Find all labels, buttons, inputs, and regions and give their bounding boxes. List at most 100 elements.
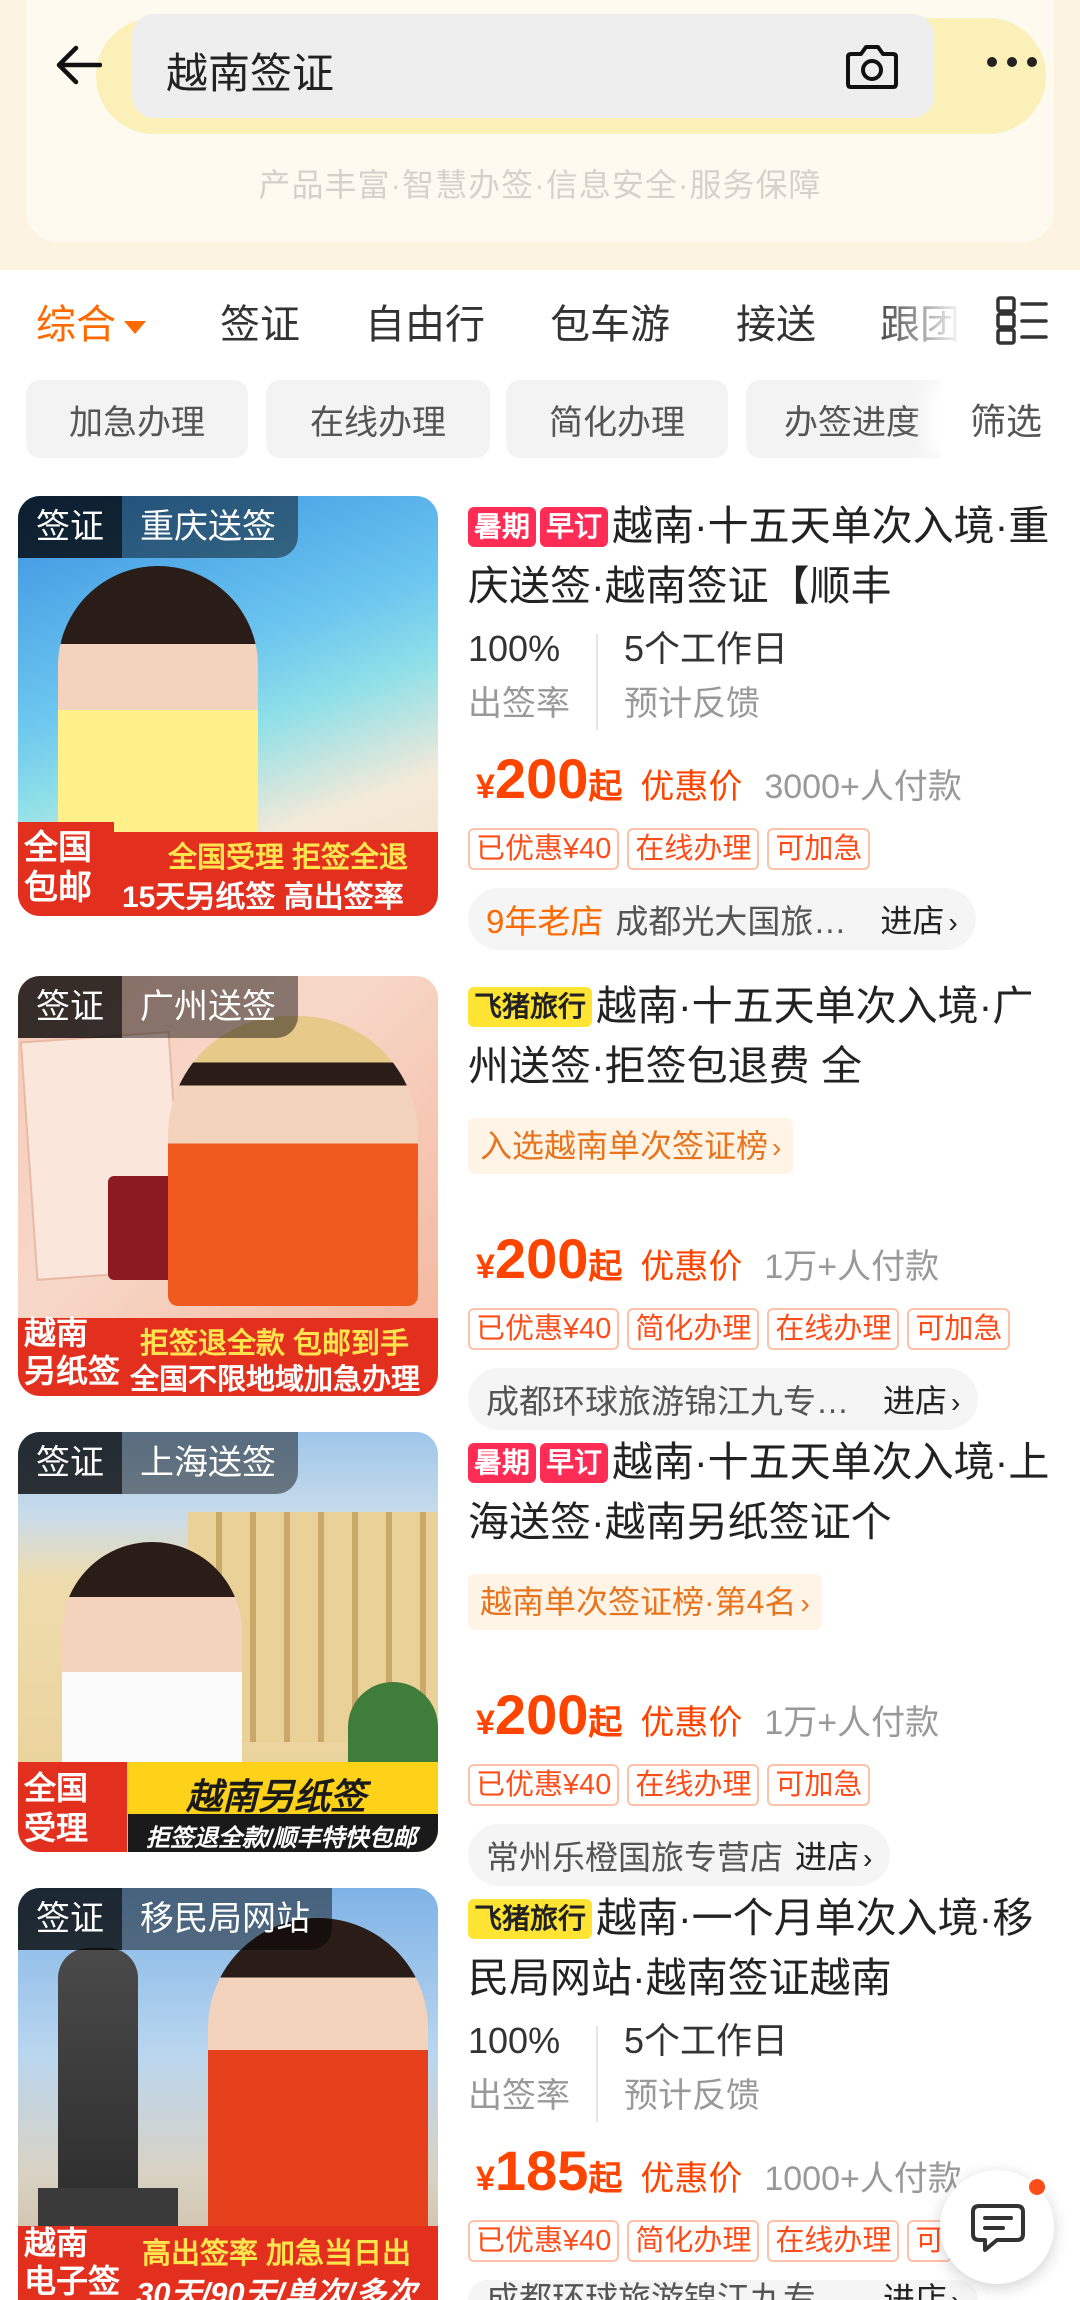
price-tag: 优惠价 xyxy=(640,2160,743,2198)
tag: 可加急 xyxy=(907,1308,1011,1350)
product-title[interactable]: 飞猪旅行 越南·十五天单次入境·广州送签·拒签包退费 全 xyxy=(468,976,1068,1096)
product-image[interactable]: 全国 包邮 全国受理 拒签全退 15天另纸签 高出签率 签证 重庆送签 xyxy=(18,496,438,916)
tab-fade xyxy=(870,270,980,370)
pay-count: 1万+人付款 xyxy=(764,1704,940,1742)
product-info: 暑期 早订 越南·十五天单次入境·重庆送签·越南签证【顺丰 100% 出签率 5个工作… xyxy=(468,496,1068,950)
price-suffix: 起 xyxy=(588,1704,623,1742)
camera-button[interactable] xyxy=(840,34,904,98)
more-dots-icon xyxy=(987,57,997,67)
statue xyxy=(58,1948,138,2208)
search-input[interactable]: 越南签证 xyxy=(132,14,934,118)
product-info: 暑期 早订 越南·十五天单次入境·上海送签·越南另纸签证个 越南单次签证榜·第4名 ›… xyxy=(468,1432,1068,1886)
price-suffix: 起 xyxy=(588,2160,623,2198)
ranking-badge[interactable]: 入选越南单次签证榜 › xyxy=(468,1118,794,1174)
tree xyxy=(348,1682,438,1772)
product-image[interactable]: 全国 受理 越南另纸签 拒签退全款/顺丰特快包邮 签证 上海送签 xyxy=(18,1432,438,1852)
product-image[interactable]: 越南 电子签 高出签率 加急当日出 30天/90天/单次/多次 签证 移民局网站 xyxy=(18,1888,438,2300)
grid-list-icon[interactable] xyxy=(996,296,1048,346)
chip-simplified[interactable]: 简化办理 xyxy=(506,380,728,458)
tag: 在线办理 xyxy=(627,828,760,870)
product-title[interactable]: 暑期 早订 越南·十五天单次入境·重庆送签·越南签证【顺丰 xyxy=(468,496,1068,616)
tag: 已优惠¥40 xyxy=(468,1764,620,1806)
tab-transfer[interactable]: 接送 xyxy=(736,292,816,350)
thumb-tag: 签证 广州送签 xyxy=(18,976,298,1038)
product-image[interactable]: 越南 另纸签 拒签退全款 包邮到手 全国不限地域加急办理 签证 广州送签 xyxy=(18,976,438,1396)
thumb-tag: 签证 上海送签 xyxy=(18,1432,298,1494)
rank-text: 入选越南单次签证榜 xyxy=(480,1128,769,1164)
chevron-right-icon: › xyxy=(951,1387,961,1418)
thumb-tag-type: 签证 xyxy=(18,976,122,1038)
tab-comprehensive[interactable]: 综合 xyxy=(36,292,146,350)
filter-chips: 加急办理 在线办理 简化办理 办签进度 筛选 xyxy=(0,380,1080,460)
enter-shop-button[interactable]: 进店› xyxy=(883,1376,960,1422)
shop-bar[interactable]: 9年老店 成都光大国旅… 进店 › xyxy=(468,888,976,950)
price: 185 xyxy=(494,2139,589,2202)
model-figure xyxy=(58,566,258,866)
promo-line-2: 拒签退全款/顺丰特快包邮 xyxy=(146,1825,417,1852)
thumb-tag-city: 移民局网站 xyxy=(122,1888,332,1950)
product-card[interactable]: 全国 受理 越南另纸签 拒签退全款/顺丰特快包邮 签证 上海送签 暑期 早订 越南·… xyxy=(0,1432,1080,1887)
enter-label: 进店 xyxy=(883,2281,948,2300)
model-figure xyxy=(168,1016,418,1306)
enter-shop-button[interactable]: 进店› xyxy=(795,1832,872,1878)
stat-divider xyxy=(596,2026,598,2122)
product-title[interactable]: 飞猪旅行 越南·一个月单次入境·移民局网站·越南签证越南 xyxy=(468,1888,1068,2008)
thumb-tag-city: 上海送签 xyxy=(122,1432,298,1494)
stat-rate-label: 出签率 xyxy=(468,685,570,723)
enter-shop-button[interactable]: 进店› xyxy=(883,2280,960,2300)
more-dot xyxy=(1027,57,1037,67)
chip-progress[interactable]: 办签进度 xyxy=(746,380,966,458)
tab-charter[interactable]: 包车游 xyxy=(550,292,670,350)
pay-count: 1000+人付款 xyxy=(764,2160,962,2198)
slogan: 产品丰富·智慧办签·信息安全·服务保障 xyxy=(258,167,822,203)
price-symbol: ¥ xyxy=(476,768,495,806)
enter-label: 进店 xyxy=(883,1383,948,1419)
thumb-tag-city: 广州送签 xyxy=(122,976,298,1038)
product-title[interactable]: 暑期 早订 越南·十五天单次入境·上海送签·越南另纸签证个 xyxy=(468,1432,1068,1552)
camera-icon xyxy=(846,45,898,89)
product-card[interactable]: 越南 另纸签 拒签退全款 包邮到手 全国不限地域加急办理 签证 广州送签 飞猪旅… xyxy=(0,976,1080,1431)
shop-bar[interactable]: 成都环球旅游锦江九专… 进店› xyxy=(468,1368,979,1430)
shop-name: 成都环球旅游锦江九专… xyxy=(486,2280,849,2300)
chip-online[interactable]: 在线办理 xyxy=(266,380,490,458)
tag: 可加急 xyxy=(767,1764,871,1806)
tag: 已优惠¥40 xyxy=(468,2220,620,2262)
more-button[interactable] xyxy=(972,42,1052,82)
product-card[interactable]: 全国 包邮 全国受理 拒签全退 15天另纸签 高出签率 签证 重庆送签 暑期 早订… xyxy=(0,496,1080,951)
customer-service-button[interactable] xyxy=(940,2170,1054,2284)
thumb-tag-type: 签证 xyxy=(18,1888,122,1950)
search-query: 越南签证 xyxy=(166,50,335,97)
filter-button[interactable]: 筛选 xyxy=(940,380,1080,458)
header: 越南签证 产品丰富·智慧办签·信息安全·服务保障 xyxy=(0,0,1080,270)
tag: 在线办理 xyxy=(627,1764,760,1806)
tag: 简化办理 xyxy=(627,2220,760,2262)
price-suffix: 起 xyxy=(588,1248,623,1286)
price-symbol: ¥ xyxy=(476,1248,495,1286)
promo-left-text: 越南 另纸签 xyxy=(24,1315,121,1389)
tab-free-travel[interactable]: 自由行 xyxy=(365,292,485,350)
price-row: ¥200起 优惠价 3000+人付款 xyxy=(476,746,1076,816)
product-card[interactable]: 越南 电子签 高出签率 加急当日出 30天/90天/单次/多次 签证 移民局网站… xyxy=(0,1888,1080,2300)
ranking-badge[interactable]: 越南单次签证榜·第4名 › xyxy=(468,1574,822,1630)
enter-label: 进店 xyxy=(880,903,945,939)
enter-shop-button[interactable]: 进店› xyxy=(880,896,957,942)
tag: 在线办理 xyxy=(767,1308,900,1350)
shop-badge: 9年老店 xyxy=(486,903,604,940)
thumb-tag: 签证 移民局网站 xyxy=(18,1888,332,1950)
shop-bar[interactable]: 成都环球旅游锦江九专… 进店› xyxy=(468,2280,979,2300)
stat-divider xyxy=(596,634,598,730)
badge-early: 早订 xyxy=(540,507,609,547)
chevron-down-icon xyxy=(124,320,146,334)
promo-line-2: 全国不限地域加急办理 xyxy=(130,1364,421,1396)
back-button[interactable] xyxy=(44,30,114,100)
chip-urgent[interactable]: 加急办理 xyxy=(26,380,248,458)
shop-bar[interactable]: 常州乐橙国旅专营店 进店 › xyxy=(468,1824,891,1886)
tab-visa[interactable]: 签证 xyxy=(220,292,300,350)
shop-name: 成都环球旅游锦江九专… xyxy=(486,1383,849,1420)
more-dot xyxy=(1007,57,1017,67)
price-symbol: ¥ xyxy=(476,2160,495,2198)
promo-line-1: 全国受理 拒签全退 xyxy=(168,842,409,874)
notification-dot xyxy=(1026,2176,1048,2198)
badge-summer: 暑期 xyxy=(468,1443,537,1483)
price: 200 xyxy=(494,747,589,810)
